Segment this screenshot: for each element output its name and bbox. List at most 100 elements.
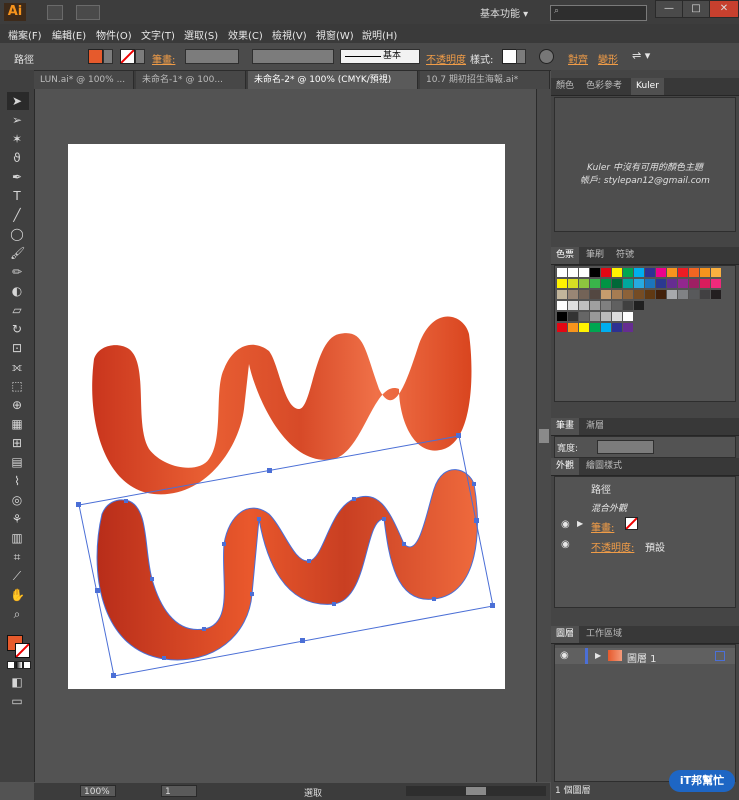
color-swatch[interactable] — [568, 268, 578, 277]
menu-window[interactable]: 視窗(W) — [316, 27, 354, 42]
stroke-weight-input[interactable] — [597, 440, 654, 454]
hand-tool-icon[interactable]: ✋ — [10, 588, 25, 602]
color-swatch[interactable] — [568, 323, 578, 332]
color-swatch[interactable] — [590, 268, 600, 277]
tab-symbols[interactable]: 符號 — [611, 247, 639, 264]
pen-tool-icon[interactable]: ✒ — [10, 170, 24, 184]
color-swatch[interactable] — [579, 301, 589, 310]
arrange-documents-button[interactable] — [76, 5, 100, 20]
recolor-artwork-icon[interactable] — [539, 49, 554, 64]
color-swatch[interactable] — [579, 312, 589, 321]
opacity-label[interactable]: 不透明度 — [426, 51, 466, 66]
color-swatch[interactable] — [700, 279, 710, 288]
line-tool-icon[interactable]: ╱ — [10, 208, 24, 222]
tab-stroke[interactable]: 筆畫 — [551, 418, 580, 435]
color-swatch[interactable] — [645, 268, 655, 277]
eyedropper-tool-icon[interactable]: ⌇ — [10, 474, 24, 488]
menu-effect[interactable]: 效果(C) — [228, 27, 263, 42]
color-swatch[interactable] — [590, 301, 600, 310]
color-swatch[interactable] — [612, 290, 622, 299]
color-swatch[interactable] — [590, 312, 600, 321]
close-button[interactable]: ✕ — [709, 0, 739, 18]
stroke-dropdown[interactable] — [135, 49, 145, 64]
graphic-style-dropdown[interactable] — [516, 49, 526, 64]
stroke-weight-field[interactable] — [185, 49, 239, 64]
color-swatch[interactable] — [678, 268, 688, 277]
color-swatch[interactable] — [700, 268, 710, 277]
color-swatch[interactable] — [568, 279, 578, 288]
graphic-style-swatch[interactable] — [502, 49, 517, 64]
bridge-button[interactable] — [47, 5, 63, 20]
artwork-canvas[interactable] — [34, 89, 536, 783]
color-swatch[interactable] — [623, 323, 633, 332]
appearance-stroke-swatch[interactable] — [625, 517, 638, 530]
scroll-thumb[interactable] — [539, 429, 549, 443]
color-swatch[interactable] — [711, 268, 721, 277]
color-swatch[interactable] — [612, 301, 622, 310]
color-swatch[interactable] — [623, 290, 633, 299]
color-swatch[interactable] — [700, 290, 710, 299]
paintbrush-tool-icon[interactable]: 🖌 — [10, 246, 25, 260]
color-swatch[interactable] — [634, 301, 644, 310]
color-swatch[interactable] — [557, 323, 567, 332]
minimize-button[interactable]: — — [655, 0, 683, 18]
color-swatch[interactable] — [557, 312, 567, 321]
color-swatch[interactable] — [601, 323, 611, 332]
color-swatch[interactable] — [678, 279, 688, 288]
menu-help[interactable]: 說明(H) — [362, 27, 397, 42]
menu-edit[interactable]: 編輯(E) — [52, 27, 86, 42]
tab-untitled-2[interactable]: 未命名-2* @ 100% (CMYK/預視) — [248, 71, 418, 89]
fill-swatch[interactable] — [88, 49, 103, 64]
color-swatch[interactable] — [579, 279, 589, 288]
color-swatch[interactable] — [623, 312, 633, 321]
eraser-tool-icon[interactable]: ▱ — [10, 303, 24, 317]
maximize-button[interactable]: □ — [682, 0, 710, 18]
slice-tool-icon[interactable]: ⟋ — [10, 569, 24, 583]
color-swatch[interactable] — [601, 312, 611, 321]
color-swatch[interactable] — [557, 279, 567, 288]
tab-kuler[interactable]: Kuler — [631, 78, 664, 95]
color-swatch[interactable] — [612, 323, 622, 332]
visibility-eye-icon[interactable]: ◉ — [561, 539, 570, 550]
menu-select[interactable]: 選取(S) — [184, 27, 218, 42]
color-swatch[interactable] — [645, 290, 655, 299]
transform-link[interactable]: 變形 — [598, 51, 618, 66]
color-swatch[interactable] — [623, 301, 633, 310]
tab-color-guide[interactable]: 色彩參考 — [581, 78, 627, 95]
color-mode-icons[interactable] — [7, 661, 31, 669]
color-swatch[interactable] — [711, 290, 721, 299]
width-tool-icon[interactable]: ⟗ — [10, 360, 24, 374]
artboard-tool-icon[interactable]: ⌗ — [10, 550, 24, 564]
ellipse-tool-icon[interactable]: ◯ — [10, 227, 24, 241]
tab-poster[interactable]: 10.7 期初招生海報.ai* — [420, 71, 550, 89]
help-search-input[interactable]: ⌕ — [550, 5, 647, 21]
tab-appearance[interactable]: 外觀 — [551, 458, 580, 475]
layer-visibility-icon[interactable]: ◉ — [560, 650, 569, 661]
color-swatch[interactable] — [568, 301, 578, 310]
stroke-swatch[interactable] — [120, 49, 135, 64]
appearance-opacity-label[interactable]: 不透明度: — [591, 539, 634, 554]
color-swatch[interactable] — [656, 279, 666, 288]
visibility-eye-icon[interactable]: ◉ — [561, 519, 570, 530]
layer-expand-icon[interactable]: ▶ — [595, 651, 601, 660]
tab-brushes[interactable]: 筆刷 — [581, 247, 609, 264]
color-swatch[interactable] — [601, 290, 611, 299]
color-swatch[interactable] — [579, 268, 589, 277]
color-swatch[interactable] — [568, 312, 578, 321]
perspective-grid-tool-icon[interactable]: ▦ — [10, 417, 24, 431]
appearance-stroke-label[interactable]: 筆畫: — [591, 519, 614, 534]
color-swatch[interactable] — [579, 323, 589, 332]
expand-arrow-icon[interactable]: ▶ — [577, 519, 583, 528]
shape-builder-tool-icon[interactable]: ⊕ — [10, 398, 24, 412]
color-swatch[interactable] — [667, 279, 677, 288]
color-swatch[interactable] — [623, 279, 633, 288]
tab-artboards[interactable]: 工作區域 — [581, 626, 627, 643]
zoom-tool-icon[interactable]: ⌕ — [10, 607, 24, 621]
color-swatch[interactable] — [667, 268, 677, 277]
stroke-color-icon[interactable] — [15, 643, 30, 658]
color-swatch[interactable] — [601, 268, 611, 277]
vertical-scrollbar[interactable] — [536, 89, 551, 782]
isolate-object-icon[interactable]: ⇌ ▾ — [632, 49, 650, 62]
color-swatch[interactable] — [590, 279, 600, 288]
stroke-label[interactable]: 筆畫: — [152, 51, 175, 66]
